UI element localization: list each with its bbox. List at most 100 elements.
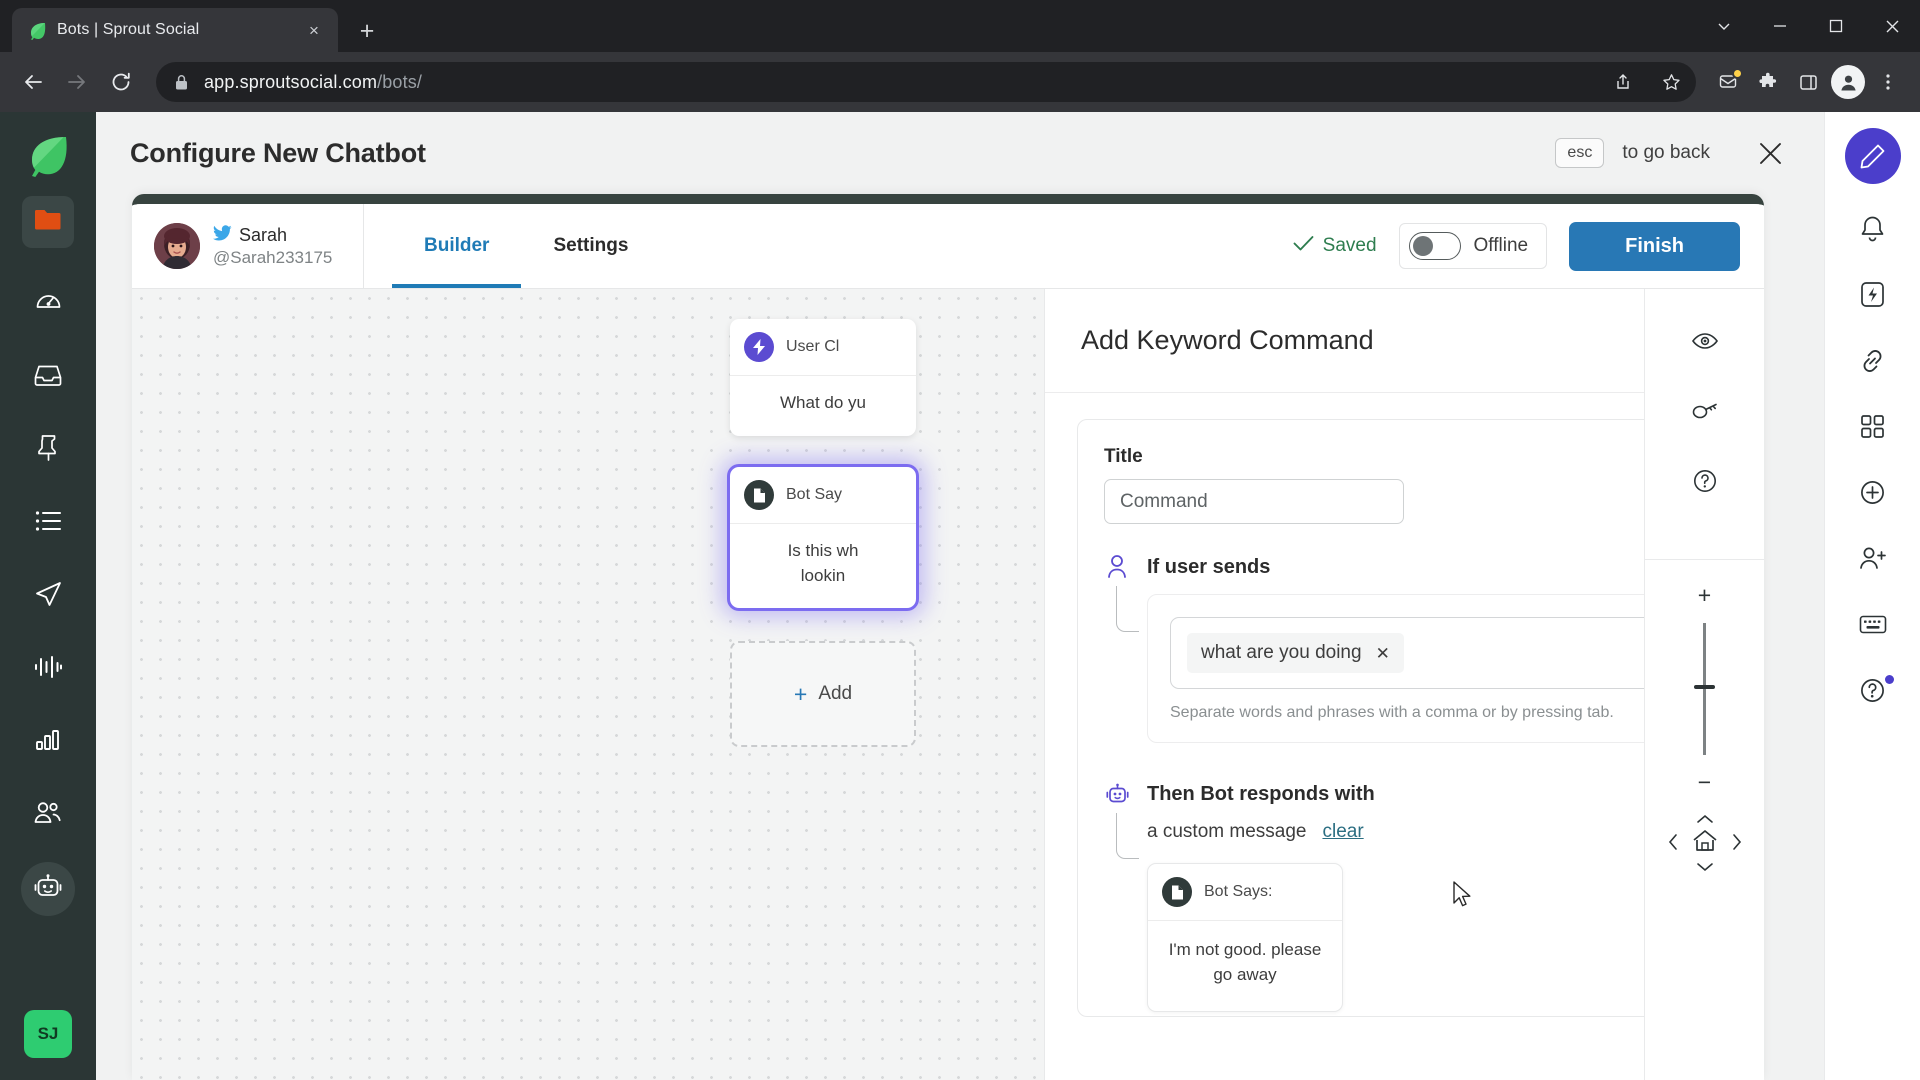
close-icon[interactable] [1864, 0, 1920, 52]
pan-up-icon[interactable] [1696, 812, 1714, 827]
side-panel-icon[interactable] [1790, 64, 1826, 100]
plus-circle-icon[interactable] [1851, 470, 1895, 514]
sidebar-item-audience[interactable] [22, 789, 74, 841]
esc-key-badge: esc [1555, 138, 1605, 168]
keyword-tag-input[interactable]: what are you doing ✕ [1170, 617, 1682, 689]
page-title: Configure New Chatbot [130, 137, 426, 168]
canvas-zoom-controls: + − [1644, 289, 1764, 1080]
user-icon [1104, 554, 1130, 580]
remove-keyword-icon[interactable]: ✕ [1376, 645, 1390, 662]
maximize-icon[interactable] [1808, 0, 1864, 52]
sidebar-item-listening[interactable] [22, 643, 74, 695]
browser-tab[interactable]: Bots | Sprout Social × [12, 8, 338, 52]
right-toolbar-rail [1824, 112, 1920, 1080]
bot-response-card[interactable]: Bot Says: I'm not good. please go away [1147, 863, 1343, 1013]
inbox-icon [34, 363, 62, 392]
bolt-icon[interactable] [1851, 272, 1895, 316]
rail-bottom: SJ [24, 990, 72, 1080]
zoom-in-button[interactable]: + [1698, 584, 1711, 607]
close-icon[interactable] [1750, 133, 1790, 173]
sidebar-item-folder[interactable] [22, 196, 74, 248]
node-title: User Cl [786, 338, 840, 355]
sidebar-item-publishing[interactable] [22, 424, 74, 476]
forward-icon[interactable] [58, 63, 96, 101]
chevron-down-icon[interactable] [1696, 0, 1752, 52]
app-body: SJ Configure New Chatbot esc to go back [0, 112, 1920, 1080]
keyboard-icon[interactable] [1851, 602, 1895, 646]
zoom-slider-track[interactable] [1694, 623, 1715, 755]
link-icon[interactable] [1851, 338, 1895, 382]
tab-settings[interactable]: Settings [521, 204, 660, 288]
browser-toolbar: app.sproutsocial.com/bots/ [0, 52, 1920, 112]
toggle-label: Offline [1473, 235, 1529, 256]
minimize-icon[interactable] [1752, 0, 1808, 52]
profile-avatar[interactable] [1830, 64, 1866, 100]
help-circle-icon[interactable] [1851, 668, 1895, 712]
list-icon [35, 510, 62, 537]
sidebar-item-tasks[interactable] [22, 497, 74, 549]
gauge-icon [35, 288, 62, 320]
document-icon [1162, 877, 1192, 907]
node-header: Bot Say [730, 467, 916, 523]
sidebar-item-send[interactable] [22, 570, 74, 622]
bot-card-title: Bot Says: [1204, 883, 1273, 900]
connector-elbow [1116, 586, 1139, 632]
sprout-logo-icon[interactable] [22, 130, 74, 182]
connector-elbow [1116, 813, 1139, 859]
left-navigation-rail: SJ [0, 112, 96, 1080]
zoom-slider[interactable]: + − [1694, 560, 1715, 794]
builder-wrapper: Sarah @Sarah233175 Builder Settings Save… [96, 194, 1824, 1080]
zoom-tool-group [1683, 289, 1727, 529]
section-body: a custom message clear Bot Says: I'm not… [1104, 813, 1705, 1013]
title-input[interactable] [1104, 479, 1404, 524]
check-icon [1293, 235, 1314, 258]
keyword-tag[interactable]: what are you doing ✕ [1187, 633, 1404, 673]
zoom-slider-knob[interactable] [1694, 685, 1715, 689]
add-node-button[interactable]: + Add [730, 641, 916, 747]
bookmark-star-icon[interactable] [1654, 65, 1688, 99]
new-tab-button[interactable]: + [350, 14, 384, 48]
compose-icon[interactable] [1844, 128, 1901, 184]
zoom-out-button[interactable]: − [1698, 771, 1711, 794]
reload-icon[interactable] [102, 63, 140, 101]
flow-node-user-click[interactable]: User Cl What do yu [730, 319, 916, 436]
finish-button[interactable]: Finish [1569, 221, 1740, 271]
user-initials-avatar[interactable]: SJ [24, 1010, 72, 1058]
browser-menu-icon[interactable] [1870, 64, 1906, 100]
flow-node-bot-says[interactable]: Bot Say Is this wh lookin [730, 467, 916, 609]
url-text: app.sproutsocial.com/bots/ [204, 72, 1592, 93]
key-icon[interactable] [1683, 389, 1727, 433]
pan-right-icon[interactable] [1732, 833, 1742, 854]
saved-label: Saved [1322, 235, 1377, 256]
status-toggle[interactable]: Offline [1398, 223, 1548, 269]
sidebar-item-dashboard[interactable] [22, 278, 74, 330]
back-icon[interactable] [14, 63, 52, 101]
response-type-row: a custom message clear [1147, 821, 1705, 843]
extensions-puzzle-icon[interactable] [1750, 64, 1786, 100]
address-bar[interactable]: app.sproutsocial.com/bots/ [156, 62, 1696, 102]
grid-icon[interactable] [1851, 404, 1895, 448]
add-node-label: Add [818, 683, 853, 704]
account-handle: @Sarah233175 [213, 247, 333, 267]
paper-plane-icon [35, 580, 62, 612]
person-add-icon[interactable] [1851, 536, 1895, 580]
title-label: Title [1104, 446, 1143, 467]
page-header: Configure New Chatbot esc to go back [96, 112, 1824, 194]
sidebar-item-smart-inbox[interactable] [22, 351, 74, 403]
home-icon[interactable] [1692, 829, 1718, 858]
bot-flow-canvas[interactable]: User Cl What do yu Bot Say Is this wh lo… [132, 289, 1044, 1080]
tab-close-icon[interactable]: × [302, 18, 326, 42]
pan-left-icon[interactable] [1668, 833, 1678, 854]
sidebar-item-bots[interactable] [21, 862, 75, 916]
tab-builder[interactable]: Builder [392, 204, 522, 288]
clear-link[interactable]: clear [1322, 821, 1363, 843]
eye-icon[interactable] [1683, 319, 1727, 363]
sidebar-item-reports[interactable] [22, 716, 74, 768]
share-icon[interactable] [1606, 65, 1640, 99]
extension-notification-icon[interactable] [1710, 64, 1746, 100]
pan-down-icon[interactable] [1696, 860, 1714, 875]
question-circle-icon[interactable] [1683, 459, 1727, 503]
document-icon [744, 480, 774, 510]
toggle-switch[interactable] [1408, 232, 1461, 260]
bell-icon[interactable] [1851, 206, 1895, 250]
